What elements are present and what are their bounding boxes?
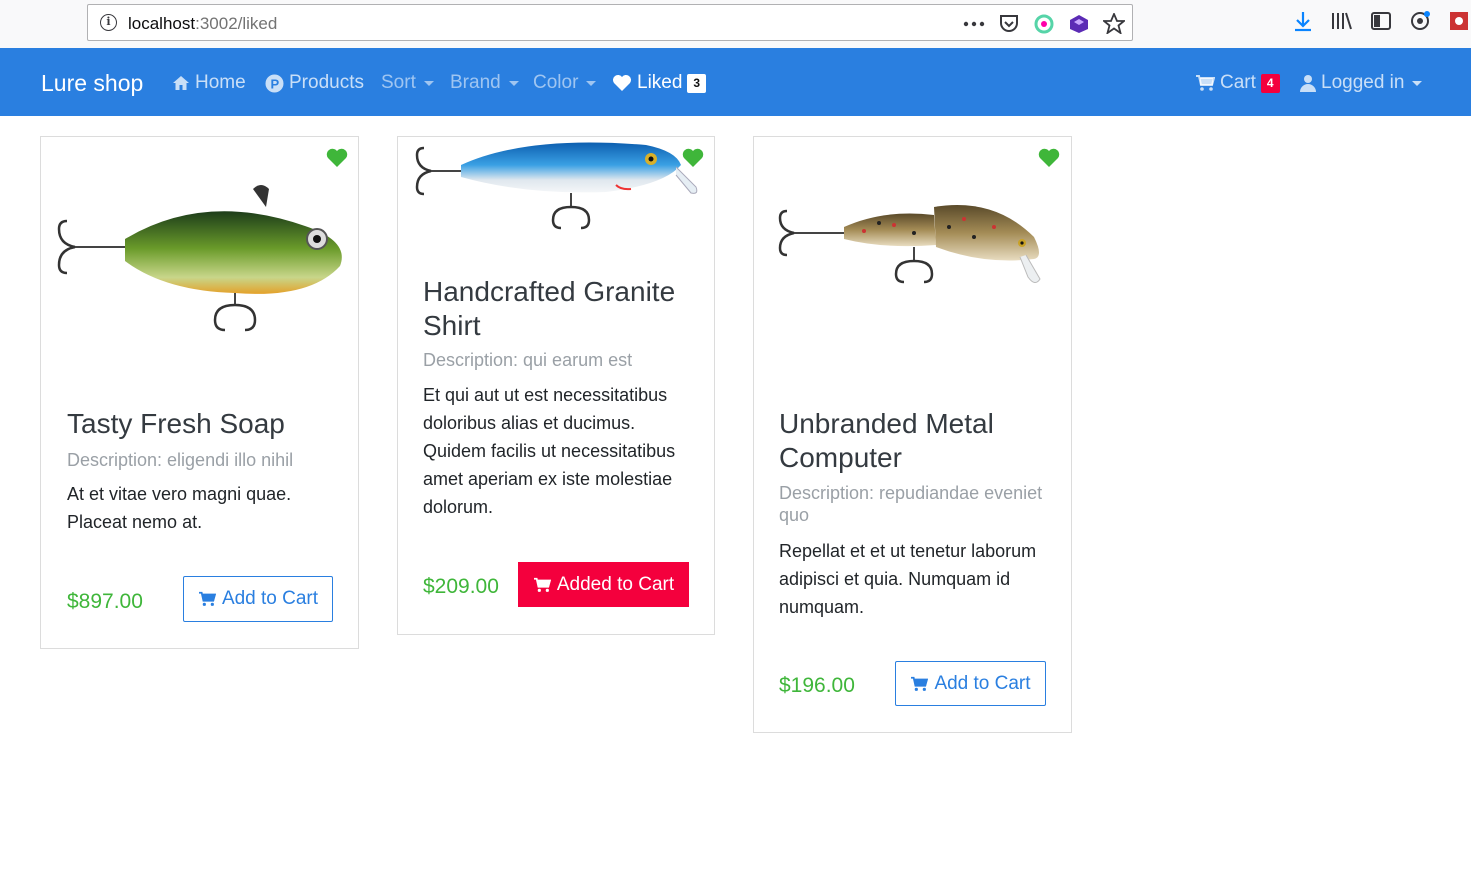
- home-icon: [173, 76, 189, 90]
- product-description: Description: repudiandae eveniet quo: [779, 483, 1043, 525]
- chevron-down-icon: [423, 80, 434, 86]
- info-icon[interactable]: i: [100, 14, 117, 31]
- cart-count-badge: 4: [1260, 73, 1280, 93]
- nav-liked[interactable]: Liked 3: [612, 72, 707, 94]
- liked-heart-icon[interactable]: [1038, 148, 1060, 168]
- address-bar[interactable]: i localhost:3002/liked: [87, 4, 1133, 41]
- liked-heart-icon[interactable]: [682, 148, 704, 168]
- product-image: [57, 185, 342, 332]
- brand-link[interactable]: Lure shop: [41, 70, 143, 97]
- cart-icon: [1196, 75, 1215, 91]
- product-title[interactable]: Tasty Fresh Soap: [67, 407, 337, 441]
- product-text: Repellat et et ut tenetur laborum adipis…: [779, 541, 1037, 617]
- product-description: Description: eligendi illo nihil: [67, 450, 294, 470]
- nav-user-dropdown[interactable]: Logged in: [1300, 72, 1423, 94]
- add-to-cart-label: Add to Cart: [221, 588, 319, 609]
- product-card: Unbranded Metal Computer Description: re…: [753, 136, 1072, 733]
- pocket-icon[interactable]: [996, 11, 1021, 36]
- nav-sort-label: Sort: [381, 72, 416, 93]
- nav-brand-label: Brand: [450, 72, 501, 93]
- nav-home-label: Home: [195, 72, 246, 93]
- nav-products-label: Products: [289, 72, 364, 93]
- chevron-down-icon: [1412, 80, 1423, 86]
- nav-sort-dropdown[interactable]: Sort: [381, 72, 434, 94]
- nav-cart[interactable]: Cart 4: [1195, 72, 1280, 94]
- cart-icon: [911, 676, 929, 691]
- add-to-cart-label: Add to Cart: [934, 672, 1031, 694]
- heart-icon: [613, 75, 631, 91]
- navbar: Lure shop Home P Products Sort Brand Col…: [0, 48, 1471, 116]
- cart-icon: [198, 591, 216, 606]
- extension-cube-icon[interactable]: [1066, 11, 1091, 36]
- product-title[interactable]: Unbranded Metal Computer: [779, 407, 1049, 475]
- extension-ring-icon[interactable]: [1031, 11, 1056, 36]
- nav-user-label: Logged in: [1321, 72, 1405, 93]
- svg-text:P: P: [271, 76, 280, 91]
- product-description: Description: qui earum est: [423, 350, 633, 370]
- nav-cart-label: Cart: [1220, 72, 1256, 93]
- browser-toolbar: i localhost:3002/liked: [0, 0, 1471, 48]
- add-to-cart-button[interactable]: Add to Cart: [895, 661, 1046, 706]
- product-text: Et qui aut ut est necessitatibus dolorib…: [423, 385, 676, 517]
- user-icon: [1300, 75, 1316, 92]
- product-price: $897.00: [67, 590, 143, 613]
- liked-count-badge: 3: [687, 73, 707, 93]
- cart-icon: [533, 577, 551, 592]
- nav-products[interactable]: P Products: [265, 72, 364, 94]
- product-text: At et vitae vero magni quae. Placeat nem…: [67, 484, 292, 532]
- nav-color-label: Color: [533, 72, 579, 93]
- products-p-icon: P: [265, 74, 284, 92]
- extension-puzzle-icon[interactable]: [1446, 8, 1471, 33]
- ellipsis-icon[interactable]: [961, 11, 986, 36]
- added-to-cart-label: Added to Cart: [556, 573, 675, 595]
- added-to-cart-button[interactable]: Added to Cart: [518, 562, 689, 607]
- download-icon[interactable]: [1290, 8, 1315, 33]
- chevron-down-icon: [586, 80, 597, 86]
- nav-liked-label: Liked: [637, 72, 683, 93]
- liked-heart-icon[interactable]: [326, 148, 348, 168]
- product-title[interactable]: Handcrafted Granite Shirt: [423, 275, 693, 343]
- nav-home[interactable]: Home: [172, 72, 246, 94]
- product-price: $209.00: [423, 575, 499, 598]
- product-image: [415, 142, 698, 230]
- account-icon[interactable]: [1407, 8, 1432, 33]
- sidebar-icon[interactable]: [1368, 8, 1393, 33]
- product-price: $196.00: [779, 674, 855, 697]
- product-image: [778, 205, 1041, 284]
- url-path: :3002/liked: [195, 14, 278, 33]
- url-host: localhost: [128, 14, 196, 33]
- product-card: Handcrafted Granite Shirt Description: q…: [397, 136, 715, 635]
- library-icon[interactable]: [1329, 8, 1354, 33]
- star-icon[interactable]: [1101, 11, 1126, 36]
- chevron-down-icon: [508, 80, 519, 86]
- add-to-cart-button[interactable]: Add to Cart: [183, 576, 333, 622]
- nav-color-dropdown[interactable]: Color: [533, 72, 597, 94]
- url-text[interactable]: localhost:3002/liked: [128, 14, 277, 34]
- product-card: Tasty Fresh Soap Description: eligendi i…: [40, 136, 359, 649]
- nav-brand-dropdown[interactable]: Brand: [450, 72, 519, 94]
